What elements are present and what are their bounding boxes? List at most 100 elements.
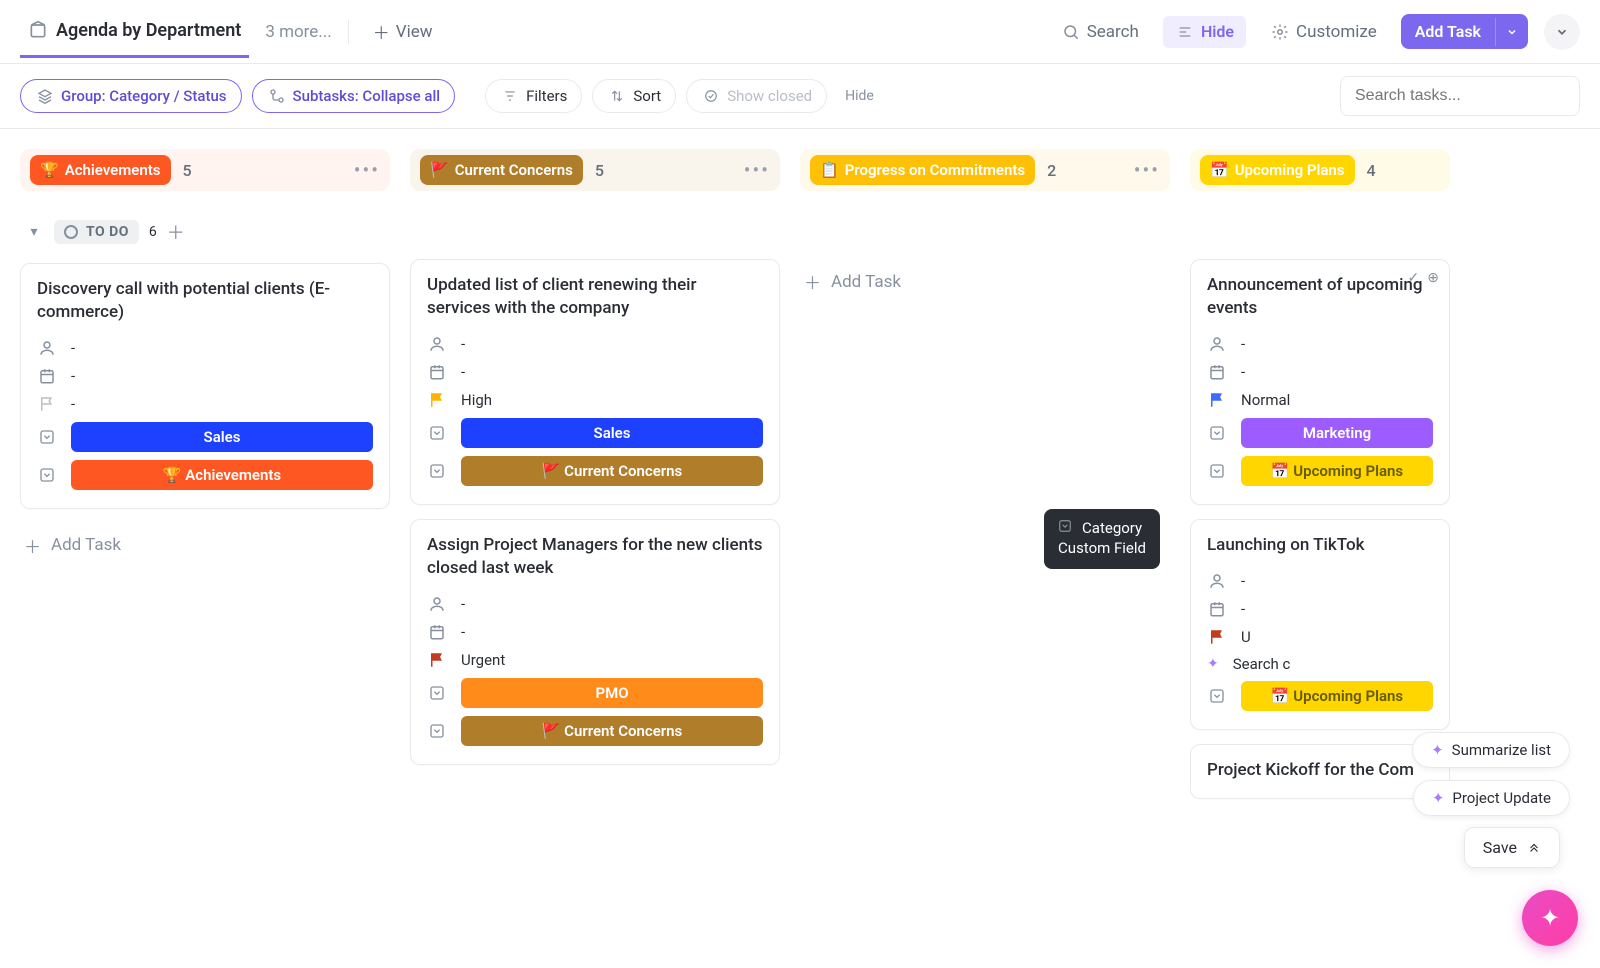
status-row[interactable]: ▾ TO DO 6 ＋ [20, 211, 390, 253]
category-field[interactable]: 📅 Upcoming Plans [1207, 677, 1433, 715]
dropdown-icon [427, 461, 447, 481]
date-field[interactable]: - [1207, 358, 1433, 386]
category-label: Upcoming Plans [1235, 161, 1345, 179]
dept-field[interactable]: Sales [427, 414, 763, 452]
sort-chip[interactable]: Sort [592, 79, 676, 113]
filter-icon [500, 86, 520, 106]
collapse-icon[interactable]: ▾ [24, 222, 44, 242]
date-field[interactable]: - [427, 358, 763, 386]
flag-icon [1207, 390, 1227, 410]
task-card[interactable]: Project Kickoff for the Com [1190, 744, 1450, 799]
column-header[interactable]: 📅 Upcoming Plans 4 [1190, 149, 1450, 191]
date-field[interactable]: - [37, 362, 373, 390]
priority-field[interactable]: Normal [1207, 386, 1433, 414]
priority-field[interactable]: U [1207, 623, 1433, 651]
dept-field[interactable]: ✦ Search c [1207, 651, 1433, 677]
column-header[interactable]: 🚩 Current Concerns 5 ••• [410, 149, 780, 191]
category-pill: 📋 Progress on Commitments [810, 155, 1035, 185]
date-field[interactable]: - [1207, 595, 1433, 623]
add-task-caret[interactable] [1495, 18, 1528, 46]
dropdown-icon [427, 683, 447, 703]
column-menu-icon[interactable]: ••• [354, 158, 380, 182]
dropdown-icon [1207, 461, 1227, 481]
column-plans: 📅 Upcoming Plans 4 ✓ ⊕ Announcement of u… [1190, 149, 1450, 813]
priority-field[interactable]: - [37, 390, 373, 418]
task-card[interactable]: Updated list of client renewing their se… [410, 259, 780, 505]
assignee-value: - [461, 595, 465, 613]
add-status-icon[interactable]: ＋ [167, 219, 185, 245]
task-card[interactable]: Discovery call with potential clients (E… [20, 263, 390, 509]
dept-field[interactable]: PMO [427, 674, 763, 712]
active-view-tab[interactable]: Agenda by Department [20, 6, 249, 58]
plus-icon: ＋ [804, 269, 821, 294]
category-tag: 📅 Upcoming Plans [1241, 456, 1433, 486]
dropdown-icon [1207, 423, 1227, 443]
assignee-field[interactable]: - [37, 334, 373, 362]
show-closed-chip[interactable]: Show closed [686, 79, 827, 113]
hide-label: Hide [1201, 22, 1234, 41]
more-menu-button[interactable] [1544, 14, 1580, 50]
task-card[interactable]: Assign Project Managers for the new clie… [410, 519, 780, 765]
search-tasks-input[interactable] [1340, 76, 1580, 116]
priority-field[interactable]: Urgent [427, 646, 763, 674]
category-field[interactable]: 🚩 Current Concerns [427, 452, 763, 490]
ai-fab[interactable]: ✦ [1522, 890, 1578, 946]
save-pill[interactable]: Save [1464, 827, 1560, 868]
search-button[interactable]: Search [1053, 16, 1147, 48]
group-chip[interactable]: Group: Category / Status [20, 79, 242, 113]
add-icon[interactable]: ⊕ [1427, 270, 1439, 286]
hide-text[interactable]: Hide [837, 88, 882, 104]
column-count: 5 [183, 161, 192, 180]
hide-button[interactable]: Hide [1163, 16, 1246, 48]
ai-project-update-label: Project Update [1452, 789, 1551, 807]
calendar-icon [1207, 599, 1227, 619]
column-achievements: 🏆 Achievements 5 ••• ▾ TO DO 6 ＋ Discove… [20, 149, 390, 813]
sort-icon [607, 86, 627, 106]
plus-icon: ＋ [373, 19, 390, 44]
dept-field[interactable]: Marketing [1207, 414, 1433, 452]
search-label: Search [1087, 22, 1139, 42]
category-field[interactable]: 📅 Upcoming Plans [1207, 452, 1433, 490]
assignee-value: - [71, 339, 75, 357]
assignee-field[interactable]: - [427, 590, 763, 618]
category-pill: 📅 Upcoming Plans [1200, 155, 1355, 185]
column-menu-icon[interactable]: ••• [1134, 158, 1160, 182]
date-value: - [1241, 600, 1245, 618]
assignee-field[interactable]: - [1207, 567, 1433, 595]
category-field[interactable]: 🏆 Achievements [37, 456, 373, 494]
add-view-button[interactable]: ＋ View [365, 13, 441, 50]
person-icon [1207, 571, 1227, 591]
add-task-button[interactable]: Add Task [1401, 14, 1528, 49]
date-field[interactable]: - [427, 618, 763, 646]
dept-field[interactable]: Sales [37, 418, 373, 456]
check-icon[interactable]: ✓ [1408, 270, 1420, 286]
add-task-inline[interactable]: ＋ Add Task [800, 259, 1170, 304]
ai-project-update-pill[interactable]: ✦ Project Update [1413, 780, 1570, 816]
add-task-inline[interactable]: ＋ Add Task [20, 523, 390, 568]
dropdown-icon [427, 721, 447, 741]
task-card[interactable]: ✓ ⊕ Announcement of upcoming events - - … [1190, 259, 1450, 505]
dept-tag: Sales [461, 418, 763, 448]
column-menu-icon[interactable]: ••• [744, 158, 770, 182]
status-dot-icon [64, 225, 78, 239]
task-card[interactable]: Launching on TikTok - - U ✦ Search c 📅 U… [1190, 519, 1450, 730]
customize-button[interactable]: Customize [1262, 16, 1385, 48]
subtasks-chip[interactable]: Subtasks: Collapse all [252, 79, 456, 113]
assignee-field[interactable]: - [1207, 330, 1433, 358]
filters-chip[interactable]: Filters [485, 79, 582, 113]
category-field[interactable]: 🚩 Current Concerns [427, 712, 763, 750]
priority-field[interactable]: High [427, 386, 763, 414]
column-header[interactable]: 🏆 Achievements 5 ••• [20, 149, 390, 191]
more-views[interactable]: 3 more... [265, 22, 331, 42]
dept-tag: Sales [71, 422, 373, 452]
customize-label: Customize [1296, 22, 1377, 42]
assignee-field[interactable]: - [427, 330, 763, 358]
column-header[interactable]: 📋 Progress on Commitments 2 ••• [800, 149, 1170, 191]
ai-summarize-pill[interactable]: ✦ Summarize list [1412, 732, 1570, 768]
category-label: Progress on Commitments [845, 161, 1025, 179]
chevron-up-icon [1527, 841, 1541, 855]
sort-label: Sort [633, 87, 661, 105]
card-title: Launching on TikTok [1207, 534, 1433, 557]
subtasks-label: Subtasks: Collapse all [293, 87, 441, 105]
category-tag: 🚩 Current Concerns [461, 456, 763, 486]
